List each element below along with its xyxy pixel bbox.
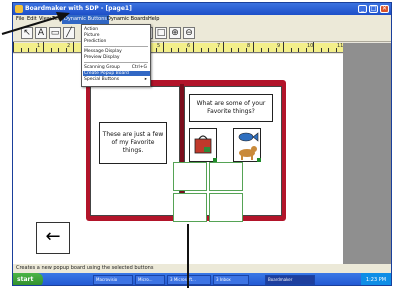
menu-item-picture[interactable]: Picture (84, 33, 99, 38)
taskbar-item[interactable]: Micro... (135, 275, 165, 285)
submenu-arrow-icon: ▸ (144, 77, 147, 82)
menu-separator (84, 46, 148, 47)
symbol-cell-lunchbox[interactable] (189, 128, 217, 162)
start-button[interactable]: start (13, 273, 43, 285)
ruler-tick (58, 48, 59, 52)
taskbar: start Macrovisio Micro... 3 Microsoft...… (13, 273, 391, 285)
ruler-tick (200, 48, 202, 52)
menu-item-preview-display[interactable]: Preview Display (84, 55, 120, 60)
ruler-tick (298, 48, 299, 52)
close-button[interactable]: ✕ (380, 5, 389, 13)
back-arrow-button[interactable]: ← (36, 222, 70, 254)
rectangle-tool-icon[interactable]: □ (155, 27, 167, 39)
ruler-tick (208, 48, 209, 52)
system-tray-clock: 1:23 PM (361, 273, 391, 285)
menu-dynamic-boards[interactable]: Dynamic Boards (105, 15, 150, 24)
menu-item-scanning-group[interactable]: Scanning Group (84, 65, 120, 70)
ruler-tick (328, 48, 329, 52)
ruler-number: 9 (277, 43, 281, 49)
menu-separator (84, 62, 148, 63)
ruler-tick (28, 48, 29, 52)
zoom-out-icon[interactable]: ⊖ (183, 27, 195, 39)
app-window: Boardmaker with SDP - [page1] _ □ ✕ File… (12, 2, 392, 286)
ruler-tick (260, 48, 262, 52)
ruler-number: 1 (37, 43, 41, 49)
menu-item-message-display[interactable]: Message Display (84, 49, 122, 54)
ruler-number: 2 (67, 43, 71, 49)
horizontal-ruler: 1234567891011 (13, 42, 343, 53)
ruler-tick (320, 48, 322, 52)
callout-line (187, 224, 189, 288)
popup-cell[interactable] (173, 193, 207, 222)
taskbar-item[interactable]: 3 Microsoft... (167, 275, 211, 285)
minimize-button[interactable]: _ (358, 5, 367, 13)
ruler-tick (223, 42, 224, 52)
fish-icon (238, 132, 259, 142)
ruler-tick (178, 48, 179, 52)
ruler-number: 5 (157, 43, 161, 49)
ruler-tick (170, 48, 172, 52)
zoom-in-icon[interactable]: ⊕ (169, 27, 181, 39)
menu-item-action[interactable]: Action (84, 27, 98, 32)
ruler-tick (43, 42, 44, 52)
right-text-button[interactable]: What are some of your Favorite things? (189, 94, 273, 122)
workspace-margin (343, 43, 391, 264)
left-text-button[interactable]: These are just a few of my Favorite thin… (99, 122, 167, 164)
popup-cell[interactable] (209, 162, 243, 191)
ruler-tick (193, 42, 194, 52)
ruler-tick (253, 42, 254, 52)
lunchbox-icon (194, 135, 212, 154)
popup-cell[interactable] (209, 193, 243, 222)
status-bar: Creates a new popup board using the sele… (13, 264, 391, 273)
cell-marker (257, 158, 261, 162)
ruler-number: 7 (217, 43, 221, 49)
ruler-tick (73, 42, 74, 52)
callout-arrow (1, 12, 70, 35)
ruler-number: 6 (187, 43, 191, 49)
symbol-cell-fish-dog[interactable] (233, 128, 261, 162)
ruler-tick (290, 48, 292, 52)
menu-item-create-popup-board[interactable]: Create Popup Board (83, 71, 150, 76)
taskbar-item[interactable]: 3 Inbox (213, 275, 249, 285)
ruler-number: 10 (307, 43, 314, 49)
menu-shortcut: Ctrl+G (131, 65, 147, 70)
ruler-tick (238, 48, 239, 52)
ruler-number: 8 (247, 43, 251, 49)
menu-help[interactable]: Help (146, 15, 161, 24)
taskbar-item[interactable]: Macrovisio (93, 275, 133, 285)
popup-cell[interactable] (173, 162, 207, 191)
ruler-tick (50, 48, 52, 52)
ruler-tick (283, 42, 284, 52)
dynamic-buttons-menu: Action Picture Prediction Message Displa… (81, 24, 151, 87)
ruler-tick (230, 48, 232, 52)
ruler-tick (20, 48, 22, 52)
ruler-tick (13, 42, 14, 52)
ruler-tick (163, 42, 164, 52)
ruler-tick (268, 48, 269, 52)
menu-item-special-buttons[interactable]: Special Buttons (84, 77, 119, 82)
board-canvas[interactable]: These are just a few of my Favorite thin… (13, 54, 343, 264)
maximize-button[interactable]: □ (369, 5, 378, 13)
menu-item-prediction[interactable]: Prediction (84, 39, 106, 44)
taskbar-item-active[interactable]: Boardmaker (265, 275, 315, 285)
